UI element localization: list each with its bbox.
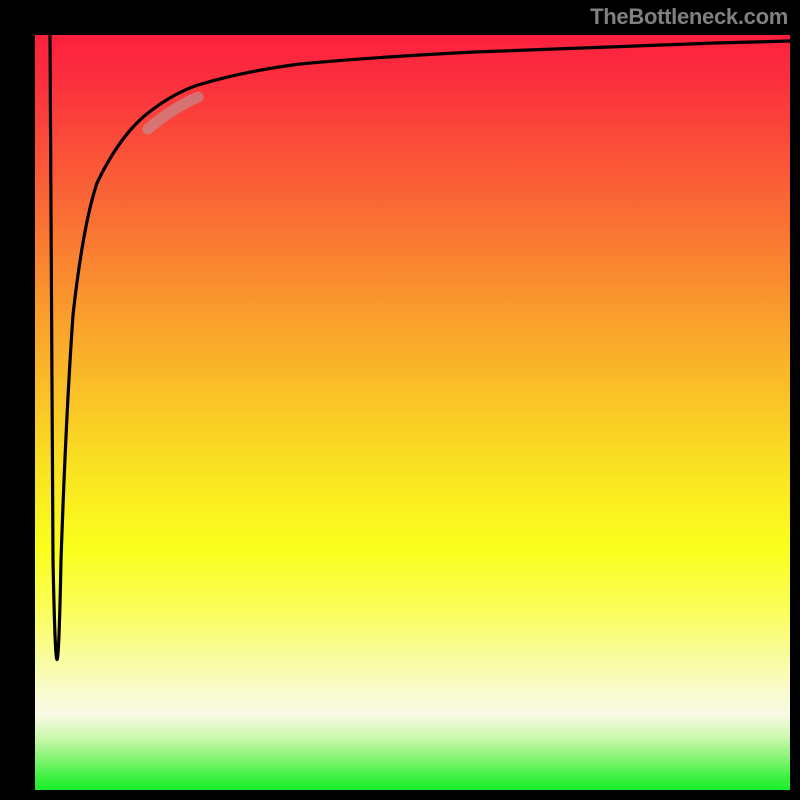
chart-frame: TheBottleneck.com <box>0 0 800 800</box>
highlight-segment <box>148 97 198 129</box>
bottleneck-curve <box>50 35 790 660</box>
watermark-text: TheBottleneck.com <box>590 4 788 30</box>
curve-layer <box>35 35 790 790</box>
plot-area <box>35 35 790 790</box>
